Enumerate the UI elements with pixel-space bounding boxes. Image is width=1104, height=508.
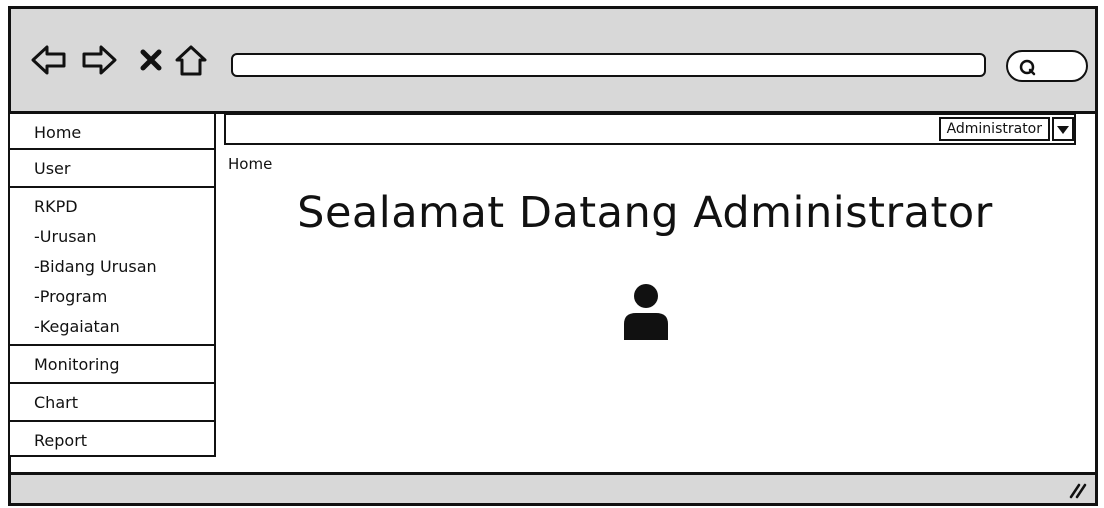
breadcrumb[interactable]: Home [228,155,272,173]
sidebar-item-home[interactable]: Home [10,118,214,150]
sidebar-item-user[interactable]: User [10,154,214,188]
sidebar-item-monitoring[interactable]: Monitoring [10,350,214,384]
home-icon[interactable] [173,43,209,77]
sidebar-item-label: Chart [34,393,78,412]
header-bar: Administrator [224,113,1076,145]
sidebar-subitem-bidang-urusan[interactable]: -Bidang Urusan [34,252,214,282]
sidebar-item-report[interactable]: Report [10,426,214,456]
status-bar [11,472,1095,503]
user-menu[interactable]: Administrator [938,117,1050,141]
sidebar-item-label: Report [34,431,88,450]
search-field[interactable] [1006,50,1088,82]
browser-toolbar [11,9,1095,114]
close-x-icon[interactable] [137,43,165,77]
sidebar-item-rkpd[interactable]: RKPD -Urusan -Bidang Urusan -Program -Ke… [10,192,214,346]
forward-arrow-icon[interactable] [81,43,117,77]
sidebar-item-label: Monitoring [34,355,120,374]
user-menu-dropdown-button[interactable] [1052,117,1074,141]
sidebar-item-label: RKPD [34,197,78,216]
sidebar-item-chart[interactable]: Chart [10,388,214,422]
sidebar-subitem-program[interactable]: -Program [34,282,214,312]
sidebar-item-label: Home [34,123,82,142]
chevron-down-icon [1057,126,1069,134]
search-icon [1019,59,1036,76]
sidebar-subitem-urusan[interactable]: -Urusan [34,222,214,252]
resize-grip-icon[interactable] [1067,481,1087,499]
sidebar-item-label: User [34,159,71,178]
welcome-heading: Sealamat Datang Administrator [297,188,993,238]
back-arrow-icon[interactable] [31,43,67,77]
address-bar[interactable] [231,53,986,77]
sidebar: Home User RKPD -Urusan -Bidang Urusan -P… [8,112,216,457]
sidebar-subitem-kegaiatan[interactable]: -Kegaiatan [34,312,214,342]
user-icon [624,284,668,340]
